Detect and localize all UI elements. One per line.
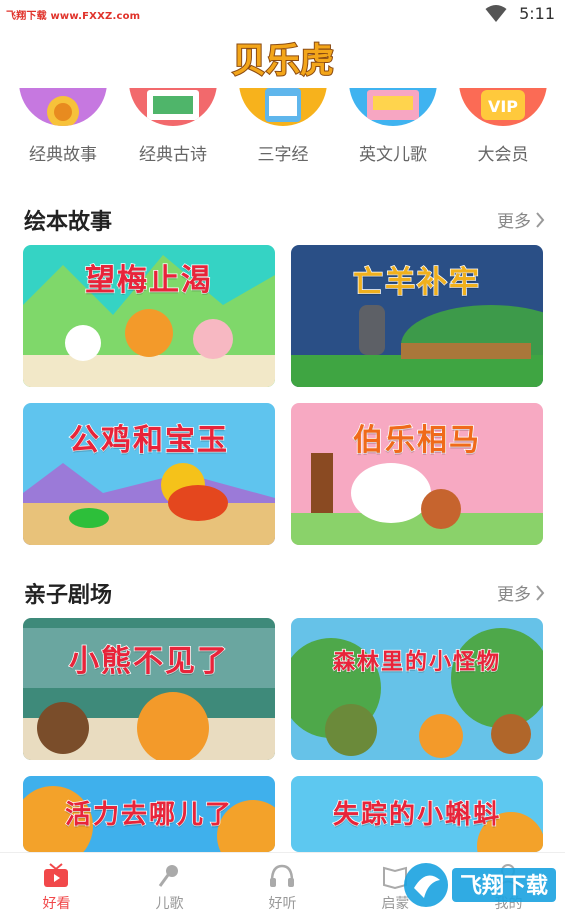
headphones-icon	[270, 864, 294, 887]
category-classic-poems[interactable]: 经典古诗	[118, 88, 228, 178]
theater-card-4[interactable]: 失踪的小蝌蚪	[291, 776, 543, 852]
status-indicators: 5:11	[485, 4, 555, 23]
category-label: 经典故事	[29, 145, 97, 165]
site-watermark: 飞翔下载 www.FXXZ.com	[6, 11, 141, 22]
tab-label: 好听	[268, 896, 297, 912]
more-label: 更多	[497, 212, 531, 232]
tab-songs[interactable]: 儿歌	[113, 853, 226, 916]
vip-crown-icon: VIP	[459, 88, 547, 126]
logo-text: 贝乐虎	[232, 41, 334, 81]
story-card-4[interactable]: 伯乐相马	[291, 403, 543, 545]
card-title: 小熊不见了	[68, 643, 229, 680]
card-title: 活力去哪儿了	[64, 799, 233, 831]
card-title: 森林里的小怪物	[332, 649, 501, 676]
category-label: 经典古诗	[139, 145, 207, 165]
category-vip[interactable]: VIP 大会员	[448, 88, 558, 178]
story-card-3[interactable]: 公鸡和宝玉	[23, 403, 275, 545]
card-title: 伯乐相马	[352, 422, 481, 459]
card-title: 公鸡和宝玉	[68, 422, 229, 459]
category-three-character-classic[interactable]: 三字经	[228, 88, 338, 178]
chevron-right-icon	[536, 584, 545, 601]
more-label: 更多	[497, 585, 531, 605]
story-card-1[interactable]: 望梅止渴	[23, 245, 275, 387]
chevron-right-icon	[536, 211, 545, 228]
more-picture-books-link[interactable]: 更多	[497, 207, 545, 232]
category-classic-stories[interactable]: 经典故事	[8, 88, 118, 178]
tab-listen[interactable]: 好听	[226, 853, 339, 916]
section-title-family-theater: 亲子剧场	[24, 583, 113, 608]
theater-card-2[interactable]: 森林里的小怪物	[291, 618, 543, 760]
status-clock: 5:11	[519, 4, 555, 23]
english-songs-icon	[349, 88, 437, 126]
microphone-icon	[158, 865, 178, 887]
tab-watch[interactable]: 好看	[0, 853, 113, 916]
theater-card-1[interactable]: 小熊不见了	[23, 618, 275, 760]
brand-watermark-text: 飞翔下载	[460, 873, 548, 899]
wifi-icon	[485, 4, 507, 22]
card-title: 望梅止渴	[84, 262, 213, 299]
status-bar: 飞翔下载 www.FXXZ.com 5:11	[0, 0, 565, 30]
svg-text:VIP: VIP	[488, 97, 518, 116]
category-english-songs[interactable]: 英文儿歌	[338, 88, 448, 178]
category-label: 大会员	[477, 145, 529, 165]
story-card-2[interactable]: 亡羊补牢	[291, 245, 543, 387]
classic-stories-icon	[19, 88, 107, 126]
theater-thumbnail	[291, 618, 543, 760]
category-label: 英文儿歌	[359, 145, 427, 165]
section-title-picture-books: 绘本故事	[24, 210, 113, 235]
brand-watermark-logo: 飞翔下载	[404, 863, 556, 907]
category-row: 经典故事 经典古诗 三字经 英文儿歌 VIP 大会员	[0, 88, 565, 178]
card-title: 失踪的小蝌蚪	[332, 799, 501, 831]
app-logo: 贝乐虎	[231, 40, 335, 82]
tab-label: 好看	[42, 896, 71, 912]
tv-icon	[44, 863, 68, 887]
three-character-classic-icon	[239, 88, 327, 126]
category-label: 三字经	[257, 145, 309, 165]
more-family-theater-link[interactable]: 更多	[497, 580, 545, 605]
tab-label: 儿歌	[155, 896, 184, 912]
card-title: 亡羊补牢	[352, 264, 481, 301]
theater-card-3[interactable]: 活力去哪儿了	[23, 776, 275, 852]
classic-poems-icon	[129, 88, 217, 126]
